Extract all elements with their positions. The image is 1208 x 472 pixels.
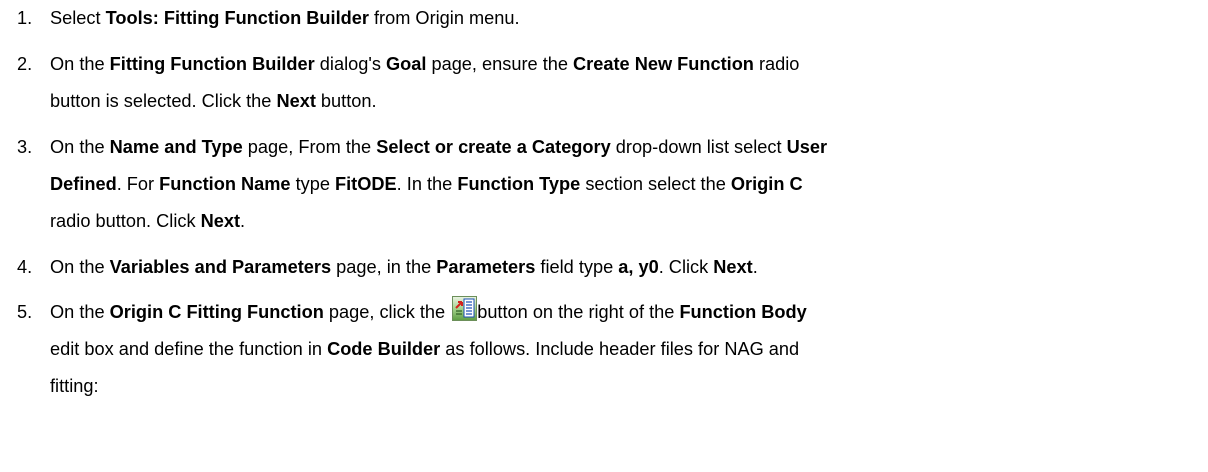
step-line: edit box and define the function in Code… [50,331,807,368]
bold-term: Function Type [457,174,581,194]
text-run: edit box and define the function in [50,339,328,359]
text-run: button on the right of the [477,302,680,322]
step-line: button is selected. Click the Next butto… [50,83,799,120]
bold-term: Parameters [436,257,536,277]
text-run: radio [753,54,800,74]
bold-term: Function Body [679,302,807,322]
bold-term: Variables and Parameters [109,257,332,277]
bold-term: Fitting Function Builder [109,54,315,74]
bold-term: Origin C Fitting Function [109,302,324,322]
step-line: On the Name and Type page, From the Sele… [50,129,827,166]
step-2: 2. On the Fitting Function Builder dialo… [0,46,811,120]
text-run: On the [50,137,110,157]
text-run: button is selected. Click the [50,91,277,111]
text-run: page, ensure the [426,54,574,74]
text-run: On the [50,302,110,322]
code-builder-icon[interactable] [452,296,478,321]
step-line: On the Origin C Fitting Function page, c… [50,294,807,331]
step-text: On the Variables and Parameters page, in… [50,249,758,286]
text-run: On the [50,54,110,74]
text-run: from Origin menu. [368,8,520,28]
text-run: . For [116,174,160,194]
step-line: radio button. Click Next. [50,203,827,240]
bold-term: Goal [385,54,427,74]
bold-term: Next [276,91,316,111]
text-run: page, From the [242,137,377,157]
step-line: Defined. For Function Name type FitODE. … [50,166,827,203]
step-text: On the Fitting Function Builder dialog's… [50,46,799,120]
step-5: 5. On the Origin C Fitting Function page… [0,294,819,405]
step-number: 2. [17,54,33,74]
text-run: . Click [658,257,714,277]
bold-term: Origin C [730,174,803,194]
bold-term: Next [200,211,241,231]
text-run: page, in the [331,257,437,277]
step-text: Select Tools: Fitting Function Builder f… [50,0,520,37]
text-run: as follows. Include header files for NAG… [440,339,800,359]
text-run: On the [50,257,110,277]
bold-term: Tools: Fitting Function Builder [105,8,369,28]
text-run: fitting: [50,376,99,396]
bold-term: FitODE [335,174,397,194]
text-run: . [240,211,246,231]
text-run: button. [315,91,377,111]
text-run: page, click the [323,302,451,322]
step-text: On the Origin C Fitting Function page, c… [50,294,807,405]
step-1: 1. Select Tools: Fitting Function Builde… [0,0,532,37]
bold-term: User [786,137,828,157]
step-number: 4. [17,257,33,277]
bold-term: Defined [50,174,117,194]
step-line: On the Variables and Parameters page, in… [50,249,758,286]
bold-term: Next [713,257,753,277]
step-number: 1. [17,8,33,28]
bold-term: a, y0 [618,257,659,277]
step-number: 5. [17,302,33,322]
step-4: 4. On the Variables and Parameters page,… [0,249,770,286]
text-run: Select [50,8,106,28]
text-run: drop-down list select [610,137,787,157]
text-run: radio button. Click [50,211,201,231]
step-line: On the Fitting Function Builder dialog's… [50,46,799,83]
text-run: section select the [580,174,731,194]
step-3: 3. On the Name and Type page, From the S… [0,129,839,240]
text-run: field type [535,257,619,277]
text-run: . [752,257,758,277]
step-line: Select Tools: Fitting Function Builder f… [50,0,520,37]
text-run: type [290,174,336,194]
text-run: . In the [396,174,458,194]
bold-term: Function Name [159,174,291,194]
text-run: dialog's [314,54,386,74]
bold-term: Select or create a Category [376,137,611,157]
step-line: fitting: [50,368,807,405]
step-number: 3. [17,137,33,157]
bold-term: Name and Type [109,137,243,157]
bold-term: Create New Function [573,54,754,74]
step-text: On the Name and Type page, From the Sele… [50,129,827,240]
bold-term: Code Builder [327,339,441,359]
